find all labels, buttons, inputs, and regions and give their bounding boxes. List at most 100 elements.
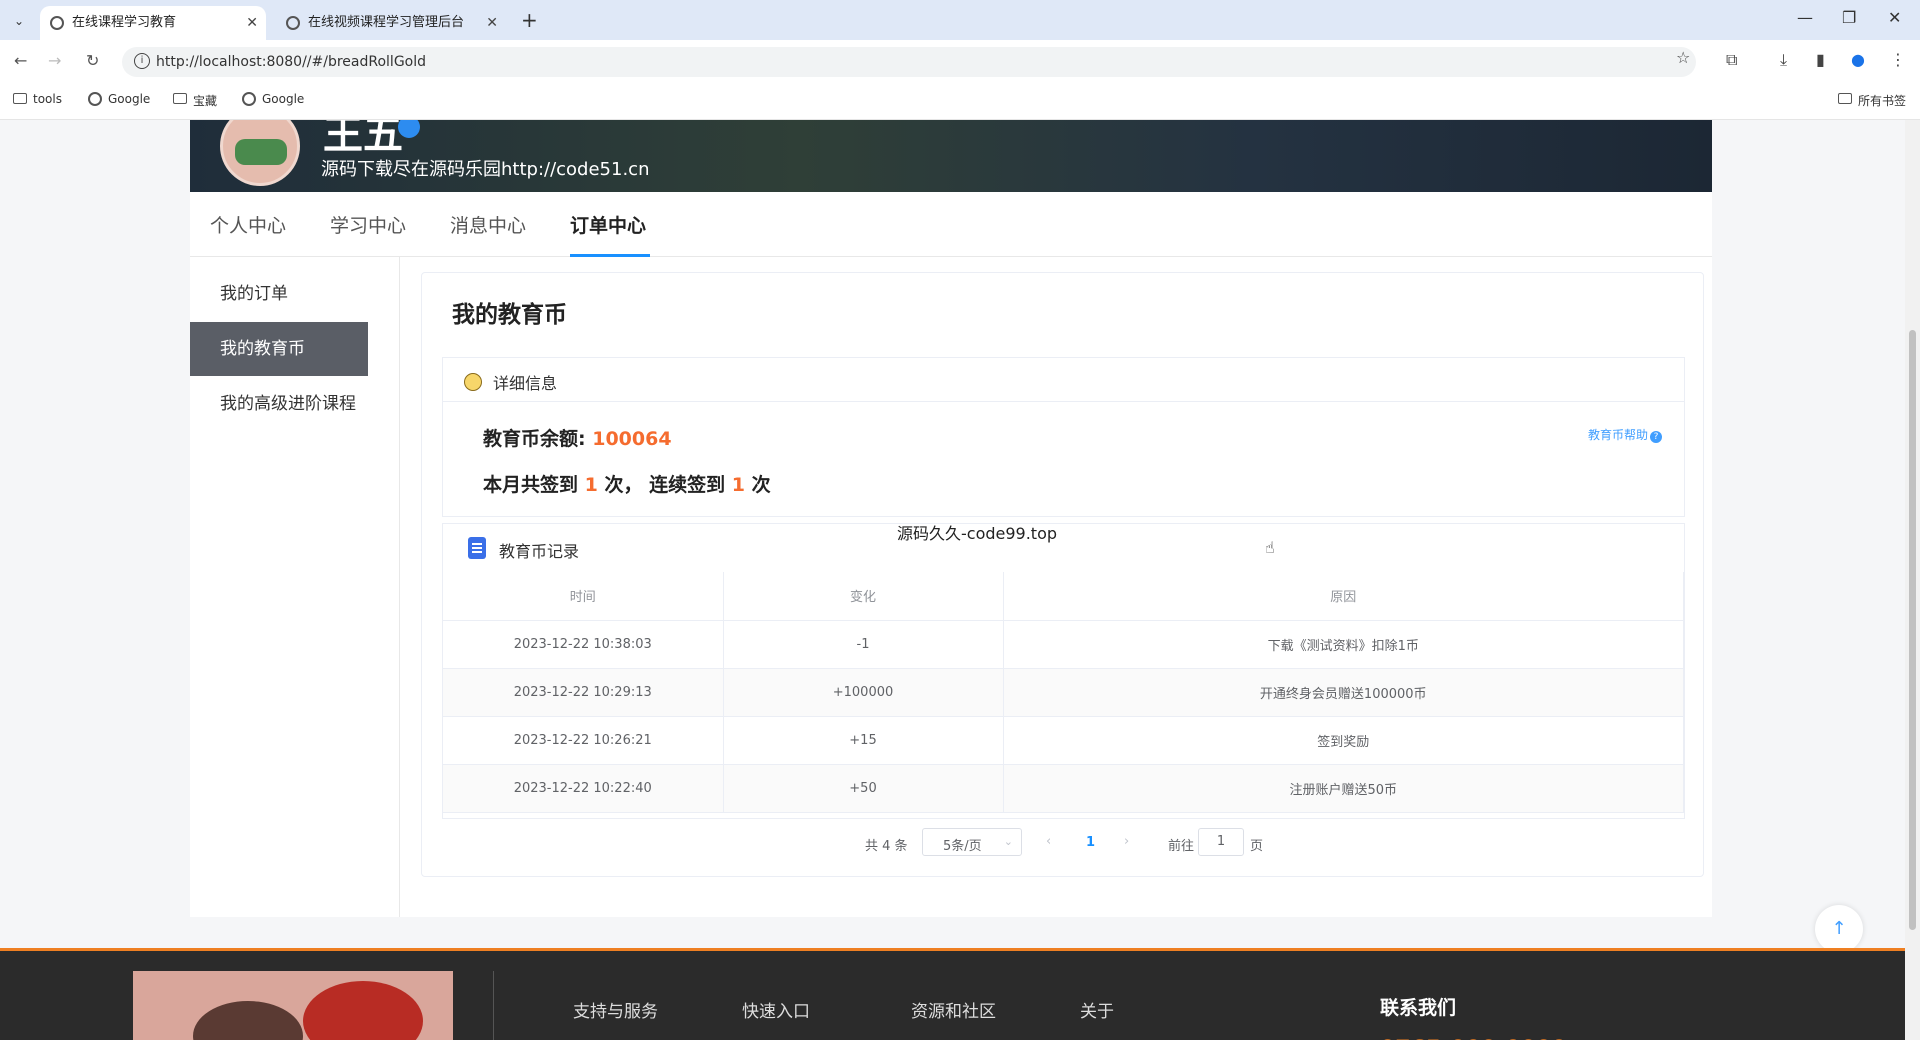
page-label: 页 xyxy=(1250,839,1264,854)
footer-link-quick-entry[interactable]: 快速入口 xyxy=(742,997,810,1022)
table-header-row: 时间 变化 原因 xyxy=(443,572,1684,621)
info-title: 详细信息 xyxy=(493,374,558,393)
page-scrollbar[interactable] xyxy=(1905,120,1920,1040)
tab-personal-center[interactable]: 个人中心 xyxy=(210,211,286,238)
address-bar[interactable]: i http://localhost:8080//#/breadRollGold xyxy=(122,47,1696,77)
next-page-icon[interactable]: › xyxy=(1124,834,1129,849)
prev-page-icon[interactable]: ‹ xyxy=(1046,834,1051,849)
cell-time: 2023-12-22 10:38:03 xyxy=(443,620,724,669)
page-title: 我的教育币 xyxy=(452,302,567,328)
footer-art-shape xyxy=(303,981,423,1040)
page-size-value: 5条/页 xyxy=(943,839,982,854)
reload-icon[interactable]: ↻ xyxy=(86,51,99,70)
cell-change: +15 xyxy=(723,716,1004,765)
tab-title: 在线课程学习教育 xyxy=(72,15,177,30)
sign-prefix: 本月共签到 xyxy=(483,474,579,496)
coin-info-card: 详细信息 教育币余额: 100064 本月共签到 1 次， 连续签到 1 次 教… xyxy=(442,357,1685,517)
footer-link-community[interactable]: 资源和社区 xyxy=(911,997,996,1022)
close-tab-icon[interactable]: ✕ xyxy=(486,6,498,40)
site-info-icon[interactable]: i xyxy=(134,53,150,69)
cell-time: 2023-12-22 10:22:40 xyxy=(443,764,724,813)
records-title: 教育币记录 xyxy=(499,542,580,561)
browser-tab[interactable]: 在线视频课程学习管理后台 ✕ xyxy=(276,6,506,40)
goto-page-input[interactable]: 1 xyxy=(1198,828,1244,856)
cell-time: 2023-12-22 10:29:13 xyxy=(443,668,724,717)
footer-illustration xyxy=(133,971,453,1040)
column-change[interactable]: 变化 xyxy=(723,572,1004,621)
all-bookmarks-label: 所有书签 xyxy=(1857,94,1906,108)
question-icon: ? xyxy=(1650,431,1662,443)
goto-label: 前往 xyxy=(1168,839,1195,854)
bookmark-google[interactable]: Google xyxy=(88,92,150,106)
help-label: 教育币帮助 xyxy=(1587,428,1648,442)
cell-change: +100000 xyxy=(723,668,1004,717)
streak-count: 1 xyxy=(731,474,745,496)
menu-icon[interactable]: ⋮ xyxy=(1890,50,1906,69)
extensions-icon[interactable]: ⧉ xyxy=(1726,50,1737,70)
close-window-icon[interactable]: ✕ xyxy=(1888,8,1901,27)
url-text: http://localhost:8080//#/breadRollGold xyxy=(156,54,427,70)
chevron-down-icon: ⌄ xyxy=(1003,835,1013,848)
folder-icon xyxy=(1837,93,1852,104)
browser-toolbar: ← → ↻ i http://localhost:8080//#/breadRo… xyxy=(0,40,1920,82)
hand-cursor-icon: ☝ xyxy=(1265,538,1275,557)
arrow-up-icon: ↑ xyxy=(1831,918,1847,939)
table-row: 2023-12-22 10:29:13 +100000 开通终身会员赠送1000… xyxy=(443,668,1684,717)
document-icon xyxy=(468,537,486,559)
watermark-text: 源码久久-code99.top xyxy=(897,524,1058,543)
page-size-select[interactable]: 5条/页 ⌄ xyxy=(922,828,1022,856)
bookmark-label: Google xyxy=(108,92,151,106)
records-table: 时间 变化 原因 2023-12-22 10:38:03 -1 下载《测试资料》… xyxy=(443,572,1684,813)
tab-learning-center[interactable]: 学习中心 xyxy=(330,211,406,238)
balance-line: 教育币余额: 100064 xyxy=(483,424,672,451)
all-bookmarks[interactable]: 所有书签 xyxy=(1837,92,1906,109)
back-to-top-button[interactable]: ↑ xyxy=(1815,905,1863,953)
download-icon[interactable]: ⤓ xyxy=(1780,50,1787,70)
close-tab-icon[interactable]: ✕ xyxy=(246,6,258,40)
tab-search-icon[interactable]: ⌄ xyxy=(8,10,30,32)
tab-order-center[interactable]: 订单中心 xyxy=(570,211,646,238)
balance-label: 教育币余额: xyxy=(483,428,586,450)
page-number[interactable]: 1 xyxy=(1086,835,1095,850)
bookmark-google-2[interactable]: Google xyxy=(242,92,304,106)
new-tab-icon[interactable]: + xyxy=(521,8,538,32)
browser-tab-active[interactable]: 在线课程学习教育 ✕ xyxy=(40,6,266,40)
nav-tabs: 个人中心 学习中心 消息中心 订单中心 xyxy=(190,192,1712,257)
column-reason[interactable]: 原因 xyxy=(1003,572,1684,621)
sidebar-item-coins[interactable]: 我的教育币 xyxy=(190,322,368,376)
profile-icon[interactable]: ● xyxy=(1851,50,1865,69)
restore-icon[interactable]: ❐ xyxy=(1842,8,1856,27)
sign-mid: 次， 连续签到 xyxy=(604,474,726,496)
footer-link-about[interactable]: 关于 xyxy=(1080,997,1114,1022)
cell-reason: 签到奖励 xyxy=(1003,716,1684,765)
avatar-art xyxy=(235,139,287,165)
smile-icon xyxy=(464,373,482,391)
sidebar-item-orders[interactable]: 我的订单 xyxy=(190,267,368,321)
cell-reason: 开通终身会员赠送100000币 xyxy=(1003,668,1684,717)
scrollbar-thumb[interactable] xyxy=(1909,330,1916,930)
tab-message-center[interactable]: 消息中心 xyxy=(450,211,526,238)
column-time[interactable]: 时间 xyxy=(443,572,724,621)
globe-icon xyxy=(50,16,64,30)
minimize-icon[interactable]: — xyxy=(1797,8,1813,27)
back-icon[interactable]: ← xyxy=(14,51,27,70)
sidepanel-icon[interactable]: ▮ xyxy=(1816,50,1825,69)
bookmark-treasure[interactable]: 宝藏 xyxy=(173,92,217,109)
sign-in-line: 本月共签到 1 次， 连续签到 1 次 xyxy=(483,470,771,497)
banner-subtitle: 源码下载尽在源码乐园http://code51.cn xyxy=(321,159,650,180)
bookmark-tools[interactable]: tools xyxy=(13,92,62,106)
bookmarks-bar: tools Google 宝藏 Google 所有书签 xyxy=(0,82,1920,120)
forward-icon[interactable]: → xyxy=(48,51,61,70)
avatar[interactable] xyxy=(220,120,300,186)
page-viewport: 王五 源码下载尽在源码乐园http://code51.cn 个人中心 学习中心 … xyxy=(0,120,1905,1040)
footer-link-support[interactable]: 支持与服务 xyxy=(573,997,658,1022)
folder-icon xyxy=(173,93,187,104)
sidebar: 我的订单 我的教育币 我的高级进阶课程 xyxy=(190,257,400,917)
pagination: 共 4 条 5条/页 ⌄ ‹ 1 › 前往 1 页 xyxy=(422,828,1705,858)
records-header: 教育币记录 源码久久-code99.top ☝ xyxy=(443,524,1684,572)
bookmark-star-icon[interactable]: ☆ xyxy=(1676,48,1690,67)
content-card: 个人中心 学习中心 消息中心 订单中心 我的订单 我的教育币 我的高级进阶课程 … xyxy=(190,192,1712,917)
sidebar-item-advanced-courses[interactable]: 我的高级进阶课程 xyxy=(190,377,368,431)
coin-help-link[interactable]: 教育币帮助? xyxy=(1588,426,1662,443)
footer-divider xyxy=(493,971,494,1040)
